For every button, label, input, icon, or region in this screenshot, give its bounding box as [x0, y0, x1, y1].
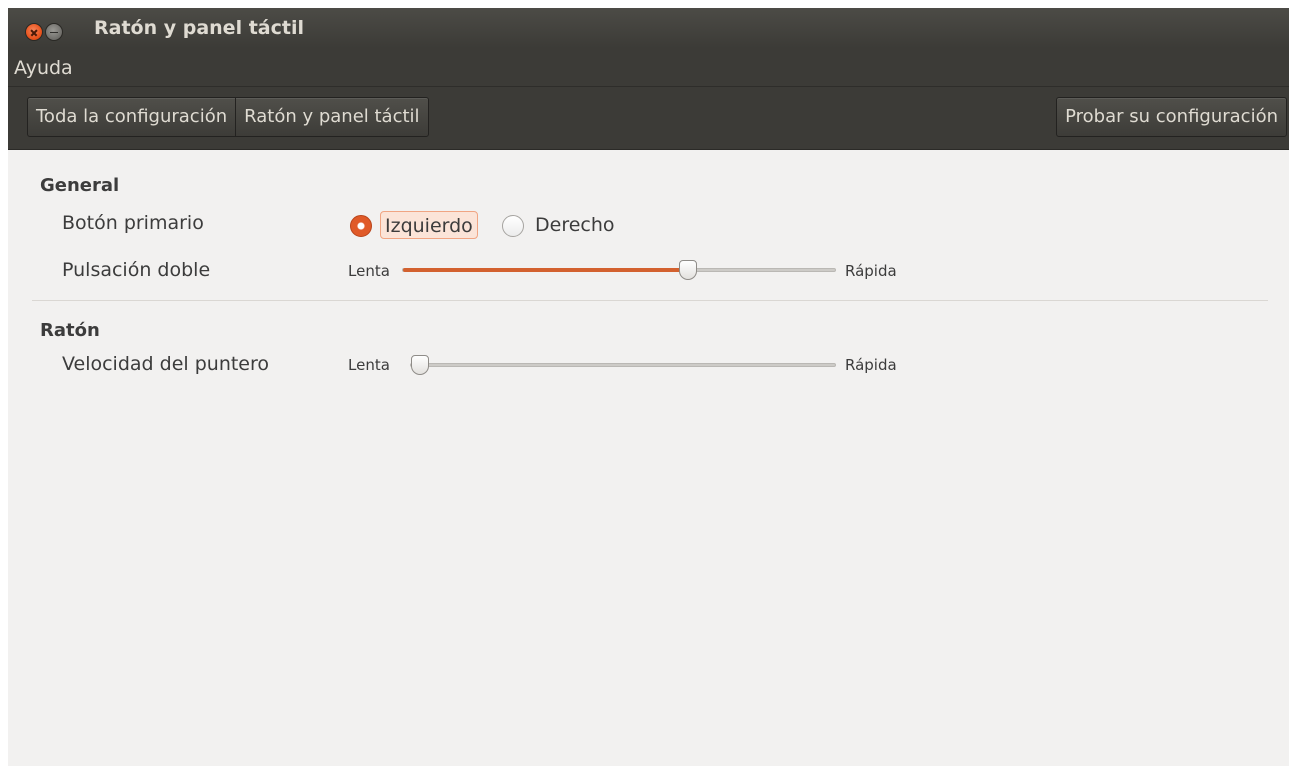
minimize-icon[interactable] — [45, 23, 63, 41]
settings-window: Ratón y panel táctil Ayuda Toda la confi… — [8, 8, 1289, 766]
pointer-speed-min-label: Lenta — [348, 356, 390, 374]
pointer-speed-slider[interactable] — [410, 355, 836, 375]
section-title-general: General — [40, 175, 120, 196]
window-title: Ratón y panel táctil — [94, 17, 304, 39]
breadcrumb: Toda la configuración Ratón y panel táct… — [27, 97, 429, 137]
double-click-slider-fill — [403, 268, 688, 272]
radio-left[interactable] — [350, 215, 372, 237]
breadcrumb-mouse-touchpad[interactable]: Ratón y panel táctil — [235, 98, 427, 136]
section-divider — [32, 300, 1268, 301]
double-click-slider[interactable] — [402, 260, 836, 280]
radio-right-label[interactable]: Derecho — [531, 211, 619, 239]
radio-left-label[interactable]: Izquierdo — [380, 211, 478, 239]
pointer-speed-label: Velocidad del puntero — [62, 353, 270, 375]
radio-right[interactable] — [502, 215, 524, 237]
double-click-slider-thumb[interactable] — [679, 260, 697, 280]
double-click-label: Pulsación doble — [62, 259, 211, 281]
double-click-min-label: Lenta — [348, 262, 390, 280]
menu-help[interactable]: Ayuda — [14, 57, 73, 79]
toolbar-separator — [8, 86, 1289, 87]
section-title-mouse: Ratón — [40, 320, 100, 341]
test-settings-button[interactable]: Probar su configuración — [1056, 97, 1287, 137]
close-icon[interactable] — [25, 23, 43, 41]
primary-button-label: Botón primario — [62, 212, 204, 234]
pointer-speed-max-label: Rápida — [845, 356, 897, 374]
pointer-speed-slider-thumb[interactable] — [411, 355, 429, 375]
title-bar: Ratón y panel táctil Ayuda Toda la confi… — [8, 8, 1289, 150]
breadcrumb-all-settings[interactable]: Toda la configuración — [28, 98, 235, 136]
double-click-max-label: Rápida — [845, 262, 897, 280]
